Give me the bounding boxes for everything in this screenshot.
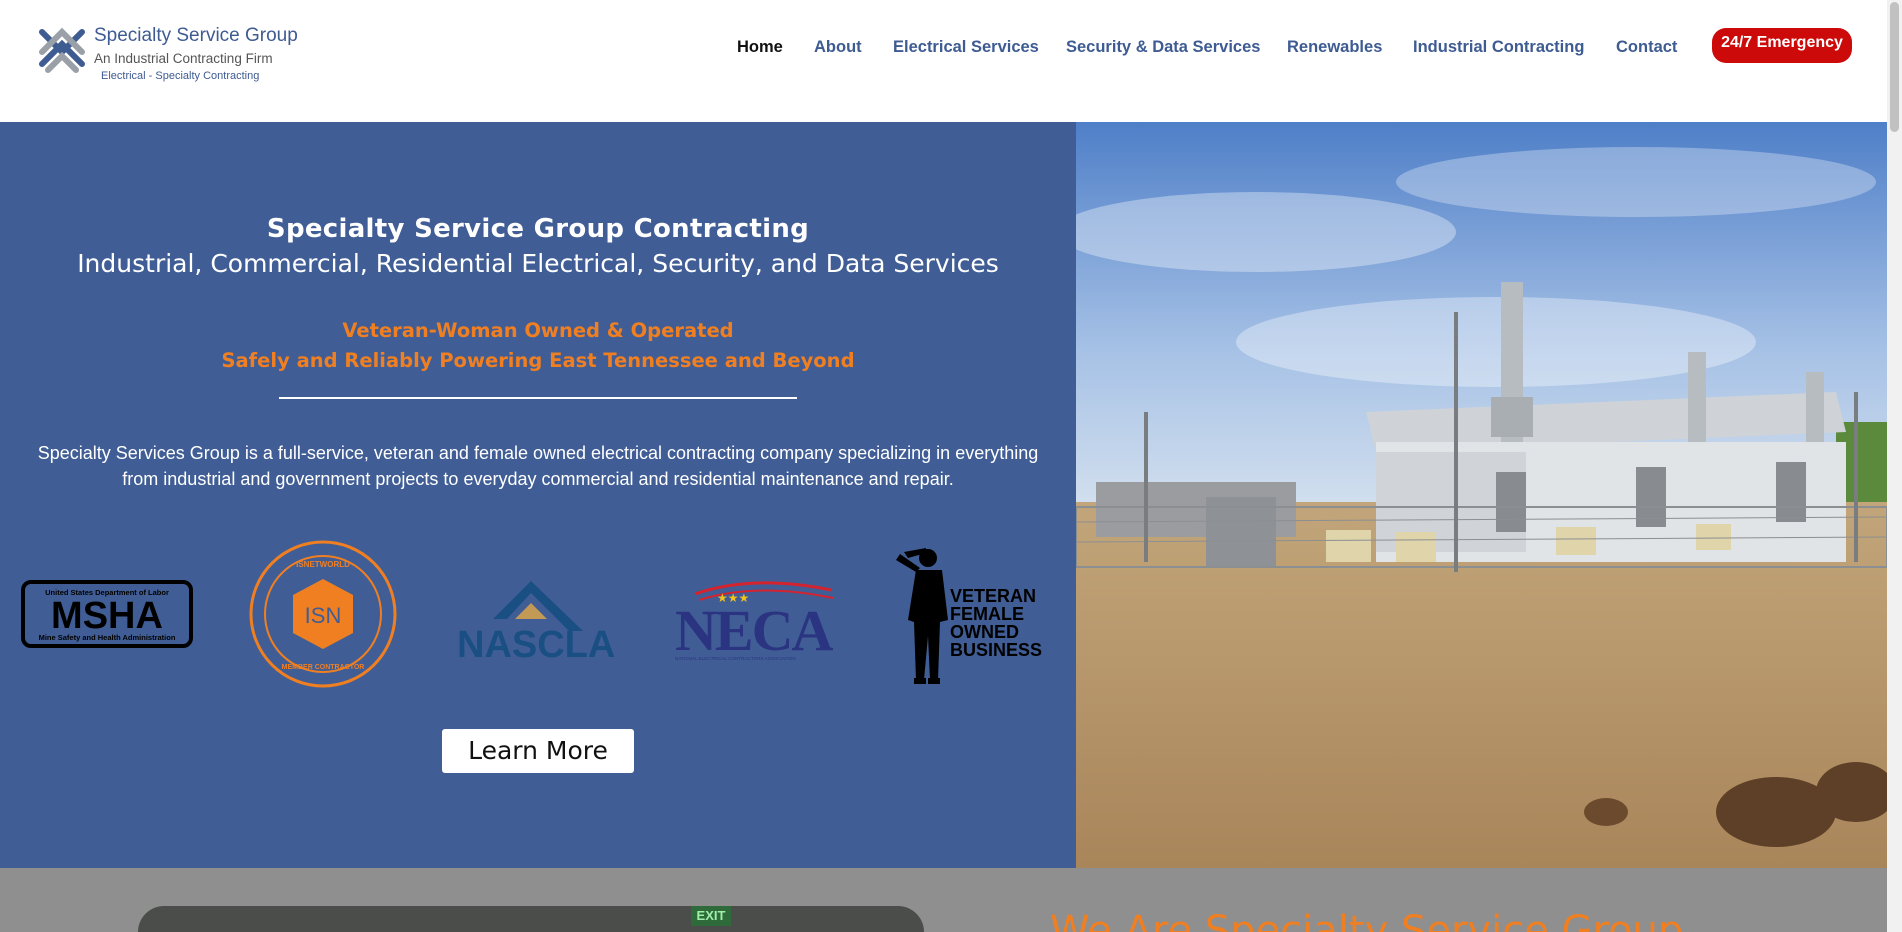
msha-bottom-text: Mine Safety and Health Administration <box>39 633 176 642</box>
nav-renewables[interactable]: Renewables <box>1287 38 1382 57</box>
scrollbar-thumb[interactable] <box>1890 2 1899 132</box>
logo-tagline: Electrical - Specialty Contracting <box>101 70 260 82</box>
nav-security-data-services[interactable]: Security & Data Services <box>1066 38 1260 57</box>
hero-tagline-powering: Safely and Reliably Powering East Tennes… <box>221 349 855 372</box>
neca-text: NECA <box>675 598 833 663</box>
msha-main-text: MSHA <box>51 595 163 637</box>
nav-industrial-contracting[interactable]: Industrial Contracting <box>1413 38 1584 57</box>
about-preview-section: EXIT We Are Specialty Service Group <box>0 868 1887 932</box>
site-logo[interactable]: Specialty Service Group An Industrial Co… <box>34 18 298 86</box>
saluting-soldier-icon <box>896 548 948 684</box>
nascla-logo: NASCLA <box>457 581 615 661</box>
hero-divider <box>279 397 797 399</box>
isn-top-text: ISNETWORLD <box>296 560 350 569</box>
nav-electrical-services[interactable]: Electrical Services <box>893 38 1039 57</box>
nav-contact[interactable]: Contact <box>1616 38 1677 57</box>
isn-bottom-text: MEMBER CONTRACTOR <box>282 664 365 671</box>
vfob-line-3: OWNED <box>950 622 1019 642</box>
veteran-female-owned-logo: VETERAN FEMALE OWNED BUSINESS <box>896 548 1042 684</box>
nav-about[interactable]: About <box>814 38 862 57</box>
hero-subtitle: Industrial, Commercial, Residential Elec… <box>77 249 999 278</box>
hero-tagline-owned: Veteran-Woman Owned & Operated <box>342 319 734 342</box>
isn-logo: ISN ISNETWORLD MEMBER CONTRACTOR <box>249 540 397 688</box>
hero-section: Specialty Service Group Contracting Indu… <box>0 122 1076 868</box>
power-plant-illustration <box>1076 122 1887 868</box>
hero-description: Specialty Services Group is a full-servi… <box>37 443 1039 489</box>
site-header: Specialty Service Group An Industrial Co… <box>0 0 1887 122</box>
vfob-line-4: BUSINESS <box>950 640 1042 660</box>
page-scrollbar[interactable] <box>1887 0 1902 932</box>
logo-title: Specialty Service Group <box>94 25 298 46</box>
emergency-button[interactable]: 24/7 Emergency <box>1712 28 1852 63</box>
vfob-line-1: VETERAN <box>950 586 1036 606</box>
neca-bottom-text: NATIONAL ELECTRICAL CONTRACTORS ASSOCIAT… <box>675 656 796 661</box>
msha-logo: United States Department of Labor MSHA M… <box>21 580 193 648</box>
interior-photo: EXIT <box>138 906 924 932</box>
neca-logo: ★★★ NECA NATIONAL ELECTRICAL CONTRACTORS… <box>675 581 835 663</box>
vfob-line-2: FEMALE <box>950 604 1024 624</box>
hero-photo-power-plant <box>1076 122 1887 868</box>
section-heading: We Are Specialty Service Group <box>1050 908 1684 932</box>
learn-more-button[interactable]: Learn More <box>442 729 634 773</box>
logo-subtitle: An Industrial Contracting Firm <box>94 51 273 66</box>
exit-sign: EXIT <box>691 906 731 926</box>
logo-knot-icon <box>39 27 85 73</box>
hero-title: Specialty Service Group Contracting <box>266 214 810 244</box>
isn-main-text: ISN <box>305 603 342 628</box>
nascla-text: NASCLA <box>457 624 615 661</box>
nav-home[interactable]: Home <box>737 38 783 57</box>
